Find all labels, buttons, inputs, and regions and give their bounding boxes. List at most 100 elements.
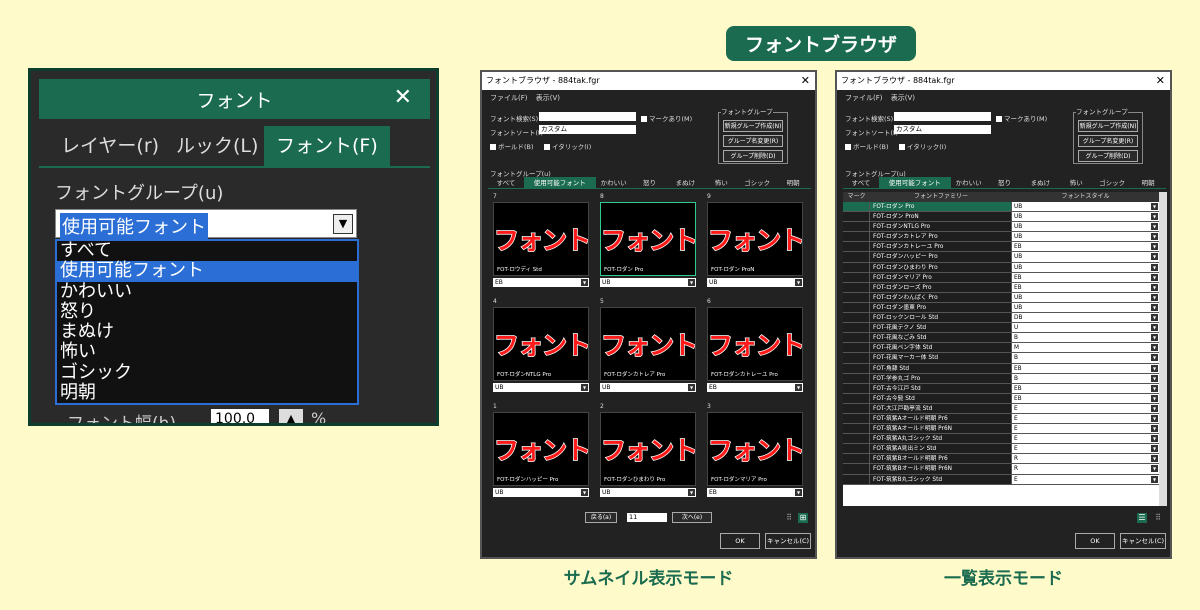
table-row[interactable]: FOT-ロダンローズ Pro EB ▼ [843, 282, 1159, 293]
table-row[interactable]: FOT-学参丸ゴ Pro B ▼ [843, 373, 1159, 384]
close-icon[interactable]: ✕ [394, 85, 412, 110]
font-thumbnail[interactable]: 1 フォント FOT-ロダンハッピー Pro UB ▼ [491, 402, 591, 499]
font-thumbnail[interactable]: 3 フォント FOT-ロダンマリア Pro EB ▼ [705, 402, 805, 499]
thumbnail-preview[interactable]: フォント FOT-ロダン Pro [600, 202, 696, 276]
table-row[interactable]: FOT-ロダン Pro UB ▼ [843, 202, 1159, 213]
mark-cell[interactable] [843, 343, 870, 353]
mark-cell[interactable] [843, 252, 870, 262]
style-cell[interactable]: B ▼ [1012, 333, 1159, 343]
mark-cell[interactable] [843, 353, 870, 363]
tab-scary[interactable]: 怖い [703, 177, 739, 188]
chevron-down-icon[interactable]: ▼ [1151, 283, 1158, 291]
table-row[interactable]: FOT-筑紫Aオールド明朝 Pr6N E ▼ [843, 424, 1159, 435]
table-row[interactable]: FOT-ロダンわんぱく Pro UB ▼ [843, 292, 1159, 303]
chevron-down-icon[interactable]: ▼ [1151, 233, 1158, 241]
mark-cell[interactable] [843, 363, 870, 373]
next-button[interactable]: 次へ(e) [672, 512, 712, 523]
tab-all[interactable]: すべて [843, 177, 879, 188]
style-select[interactable]: UB ▼ [707, 278, 803, 287]
mark-cell[interactable] [843, 434, 870, 444]
mark-cell[interactable] [843, 202, 870, 212]
style-select[interactable]: UB ▼ [493, 383, 589, 392]
chevron-down-icon[interactable]: ▼ [581, 384, 588, 391]
style-cell[interactable]: M ▼ [1012, 343, 1159, 353]
style-cell[interactable]: UB ▼ [1012, 292, 1159, 302]
close-icon[interactable]: ✕ [1156, 72, 1165, 90]
chevron-down-icon[interactable]: ▼ [688, 489, 695, 496]
option-anger[interactable]: 怒り [57, 301, 357, 322]
chevron-down-icon[interactable]: ▼ [1151, 374, 1158, 382]
style-cell[interactable]: E ▼ [1012, 413, 1159, 424]
style-cell[interactable]: R ▼ [1012, 454, 1159, 464]
table-row[interactable]: FOT-花風ペン字体 Std M ▼ [843, 343, 1159, 354]
chevron-down-icon[interactable]: ▼ [688, 279, 695, 286]
chevron-down-icon[interactable]: ▼ [1151, 384, 1158, 392]
chevron-down-icon[interactable]: ▼ [1151, 475, 1158, 483]
style-select[interactable]: EB ▼ [493, 278, 589, 287]
mark-cell[interactable] [843, 393, 870, 403]
table-row[interactable]: FOT-ロダン墨東 Pro UB ▼ [843, 302, 1159, 314]
style-select[interactable]: UB ▼ [600, 488, 696, 497]
style-cell[interactable]: EB ▼ [1012, 242, 1159, 252]
thumbnail-preview[interactable]: フォント FOT-ロウディ Std [493, 202, 589, 276]
mark-checkbox[interactable]: マークあり(M) [996, 113, 1047, 123]
option-mincho[interactable]: 明朝 [57, 382, 357, 403]
mark-cell[interactable] [843, 403, 870, 413]
mark-cell[interactable] [843, 222, 870, 232]
tab-anger[interactable]: 怒り [987, 177, 1023, 188]
chevron-down-icon[interactable]: ▼ [795, 279, 802, 286]
grid-view-icon[interactable]: ⠿ [1153, 513, 1163, 523]
style-cell[interactable]: E ▼ [1012, 403, 1159, 413]
mark-cell[interactable] [843, 424, 870, 434]
option-all[interactable]: すべて [57, 240, 357, 261]
list-view-icon[interactable]: ⠿ [784, 513, 794, 523]
style-cell[interactable]: UB ▼ [1012, 222, 1159, 232]
table-row[interactable]: FOT-古今江戸 Std EB ▼ [843, 383, 1159, 394]
style-select[interactable]: UB ▼ [493, 488, 589, 497]
col-family[interactable]: フォントファミリー [870, 192, 1012, 202]
mark-cell[interactable] [843, 292, 870, 302]
option-silly[interactable]: まぬけ [57, 322, 357, 342]
font-thumbnail[interactable]: 2 フォント FOT-ロダンひまわり Pro UB ▼ [598, 402, 698, 499]
chevron-down-icon[interactable]: ▼ [1151, 394, 1158, 402]
new-group-button[interactable]: 新規グループ作成(N) [1078, 120, 1138, 132]
table-row[interactable]: FOT-筑紫A丸ゴシック Std E ▼ [843, 434, 1159, 445]
style-cell[interactable]: R ▼ [1012, 464, 1159, 474]
table-row[interactable]: FOT-筑紫A見出ミン Std E ▼ [843, 444, 1159, 455]
thumbnail-preview[interactable]: フォント FOT-ロダンマリア Pro [707, 412, 803, 486]
style-cell[interactable]: EB ▼ [1012, 282, 1159, 292]
close-icon[interactable]: ✕ [801, 72, 810, 90]
mark-cell[interactable] [843, 262, 870, 272]
chevron-down-icon[interactable]: ▼ [1151, 273, 1158, 281]
tab-mincho[interactable]: 明朝 [1130, 177, 1166, 188]
menu-bar[interactable]: ファイル(F) 表示(V) [490, 93, 560, 103]
font-width-input[interactable]: 100.0 [211, 409, 269, 423]
option-gothic[interactable]: ゴシック [57, 362, 357, 383]
font-thumbnail[interactable]: 8 フォント FOT-ロダン Pro UB ▼ [598, 192, 698, 289]
thumbnail-preview[interactable]: フォント FOT-ロダンハッピー Pro [493, 412, 589, 486]
tab-gothic[interactable]: ゴシック [739, 177, 775, 188]
table-row[interactable]: FOT-ロダンカトレア Pro UB ▼ [843, 232, 1159, 243]
table-row[interactable]: FOT-大江戸勘亭流 Std E ▼ [843, 403, 1159, 414]
style-cell[interactable]: EB ▼ [1012, 272, 1159, 282]
table-row[interactable]: FOT-ロダンひまわり Pro UB ▼ [843, 262, 1159, 273]
chevron-down-icon[interactable]: ▼ [1151, 324, 1158, 332]
mark-cell[interactable] [843, 454, 870, 464]
col-mark[interactable]: マーク [843, 192, 870, 202]
bold-checkbox[interactable]: ボールド(B) [490, 141, 534, 151]
style-cell[interactable]: B ▼ [1012, 373, 1159, 383]
chevron-down-icon[interactable]: ▼ [1151, 404, 1158, 412]
style-cell[interactable]: UB ▼ [1012, 202, 1159, 212]
mark-cell[interactable] [843, 333, 870, 343]
tab-silly[interactable]: まぬけ [1022, 177, 1058, 188]
table-row[interactable]: FOT-ロダンNTLG Pro UB ▼ [843, 222, 1159, 233]
tab-available[interactable]: 使用可能フォント [523, 177, 596, 188]
mark-cell[interactable] [843, 302, 870, 313]
chevron-down-icon[interactable]: ▼ [1151, 263, 1158, 271]
thumbnail-preview[interactable]: フォント FOT-ロダンカトレア Pro [600, 307, 696, 381]
style-cell[interactable]: B ▼ [1012, 353, 1159, 363]
chevron-down-icon[interactable]: ▼ [1151, 293, 1158, 301]
chevron-down-icon[interactable]: ▼ [1151, 223, 1158, 231]
mark-cell[interactable] [843, 212, 870, 222]
style-select[interactable]: UB ▼ [600, 278, 696, 287]
